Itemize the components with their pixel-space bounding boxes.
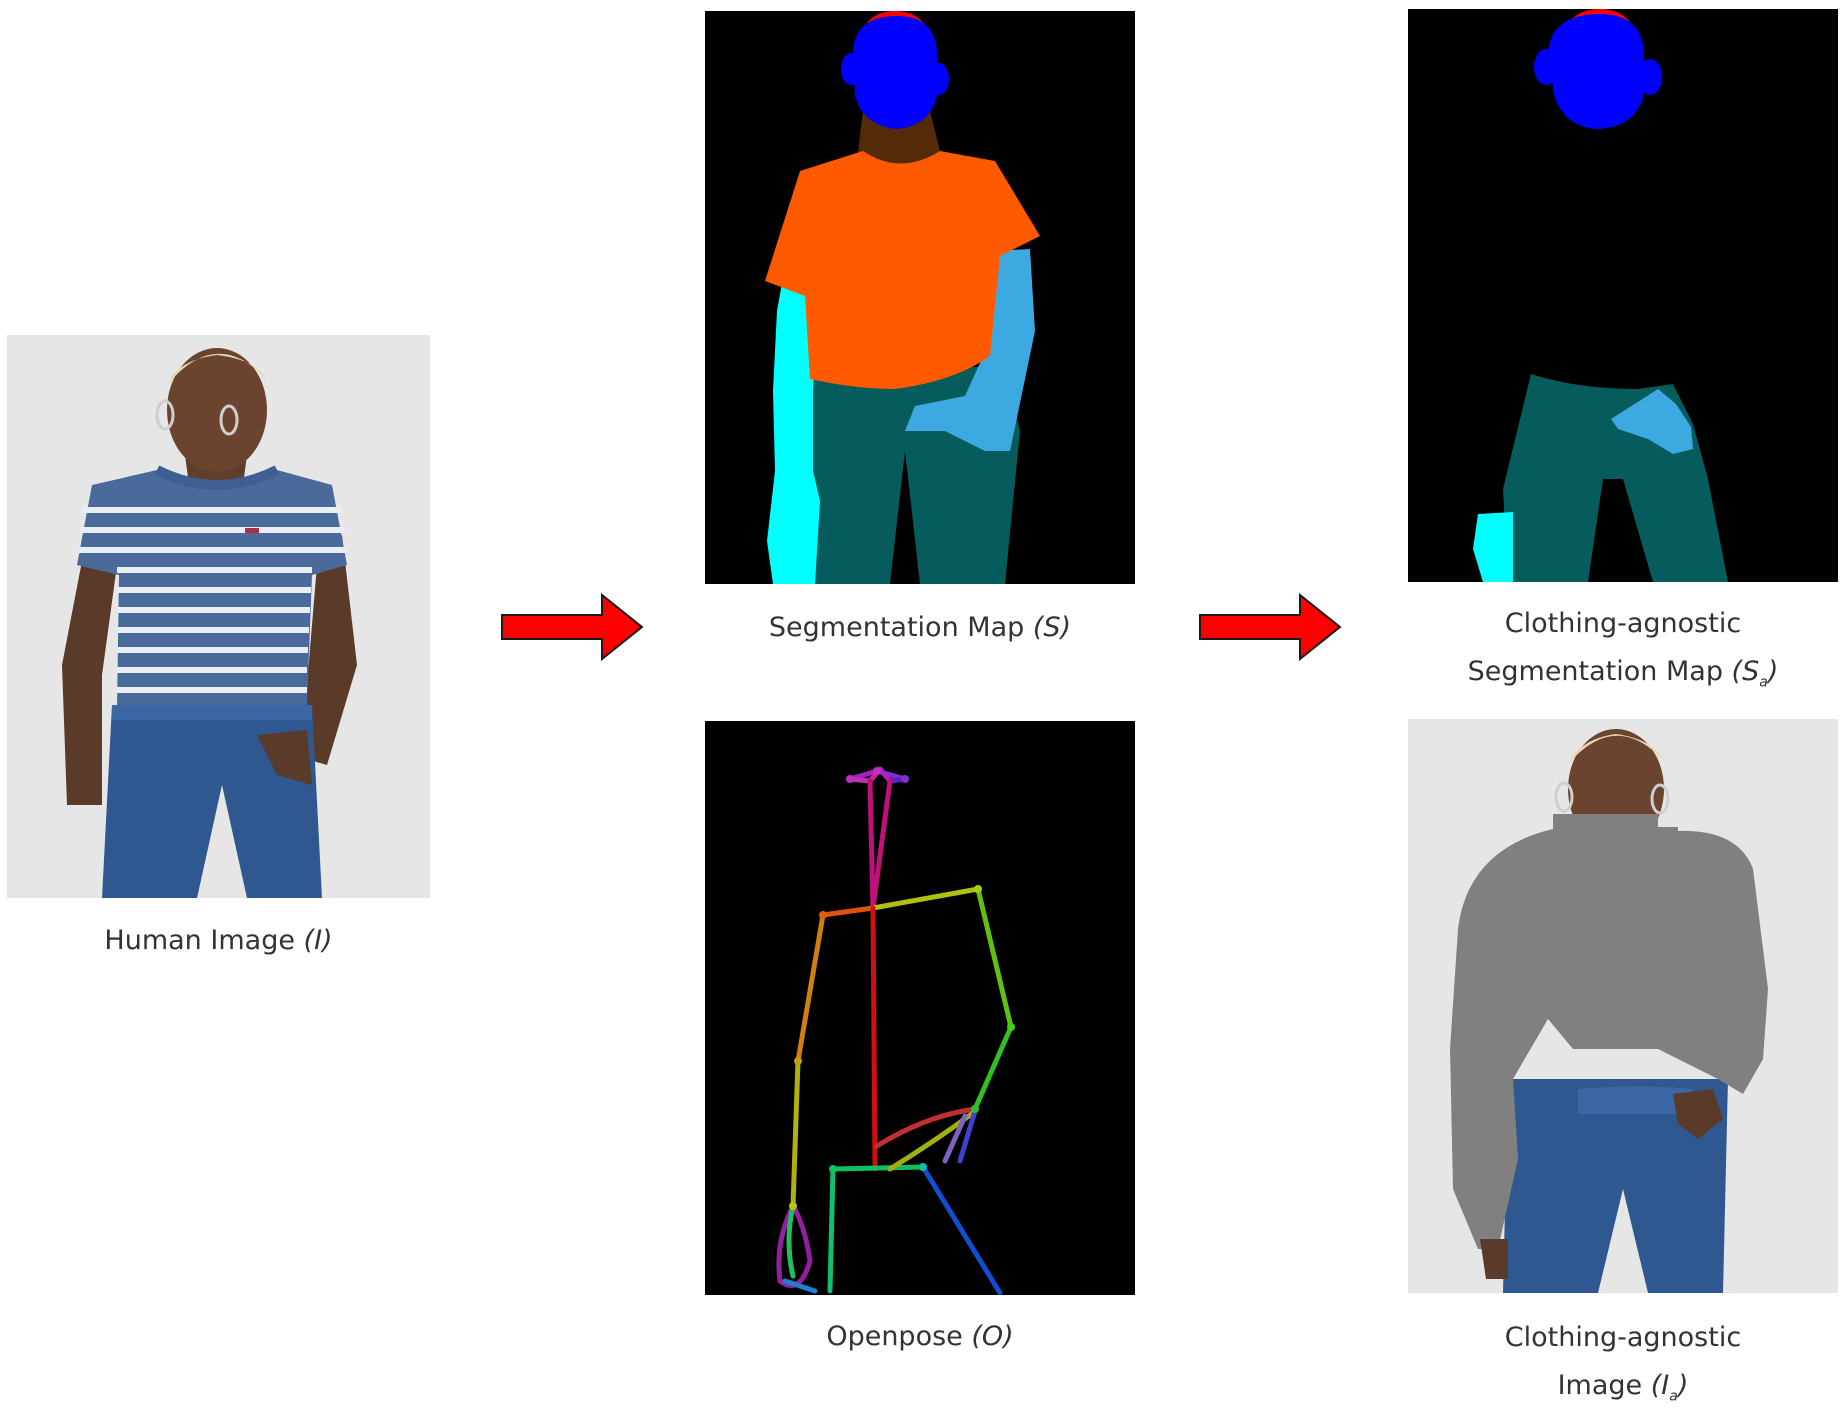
caption-agnostic-segmentation-line2: Segmentation Map (Sa) (1408, 648, 1838, 706)
caption-agnostic-image-symbol-close: ) (1677, 1370, 1689, 1401)
caption-agnostic-segmentation-subscript: a (1759, 674, 1768, 691)
caption-agnostic-image-symbol-open: (I (1650, 1370, 1670, 1401)
agnostic-image (1408, 719, 1838, 1293)
caption-agnostic-image-line1: Clothing-agnostic (1504, 1322, 1742, 1353)
agnostic-segmentation-map (1408, 9, 1838, 582)
caption-agnostic-segmentation-symbol: (Sa) (1731, 656, 1779, 691)
caption-segmentation-map: Segmentation Map (S) (705, 604, 1135, 652)
arrow-1-shape (501, 593, 644, 661)
caption-human-image-symbol: (I) (303, 925, 333, 956)
caption-agnostic-segmentation: Clothing-agnostic Segmentation Map (Sa) (1408, 600, 1838, 706)
caption-agnostic-image-subscript: a (1669, 1388, 1678, 1405)
caption-openpose-text: Openpose (826, 1321, 972, 1352)
caption-human-image: Human Image (I) (7, 917, 430, 965)
caption-agnostic-image-line2: Image (Ia) (1408, 1362, 1838, 1420)
caption-agnostic-image: Clothing-agnostic Image (Ia) (1408, 1314, 1838, 1420)
arrow-right-icon (501, 593, 644, 661)
caption-agnostic-image-symbol: (Ia) (1650, 1370, 1689, 1405)
caption-human-image-text: Human Image (104, 925, 304, 956)
caption-segmentation-map-symbol: (S) (1032, 612, 1072, 643)
caption-agnostic-segmentation-text: Segmentation Map (1467, 656, 1732, 687)
caption-agnostic-image-text: Image (1557, 1370, 1651, 1401)
human-image (7, 335, 430, 898)
segmentation-map (705, 11, 1135, 584)
segmentation-map-illustration (705, 11, 1135, 584)
caption-openpose: Openpose (O) (705, 1313, 1135, 1361)
caption-agnostic-segmentation-symbol-close: ) (1767, 656, 1779, 687)
caption-agnostic-segmentation-line1: Clothing-agnostic (1504, 608, 1742, 639)
openpose-map (705, 721, 1135, 1295)
human-photo-illustration (7, 335, 430, 898)
arrow-2-shape (1199, 593, 1342, 661)
caption-segmentation-map-text: Segmentation Map (768, 612, 1033, 643)
caption-openpose-symbol: (O) (971, 1321, 1014, 1352)
agnostic-image-illustration (1408, 719, 1838, 1293)
openpose-skeleton (705, 721, 1135, 1295)
caption-agnostic-segmentation-symbol-open: (S (1731, 656, 1760, 687)
agnostic-segmentation-illustration (1408, 9, 1838, 582)
arrow-right-icon (1199, 593, 1342, 661)
